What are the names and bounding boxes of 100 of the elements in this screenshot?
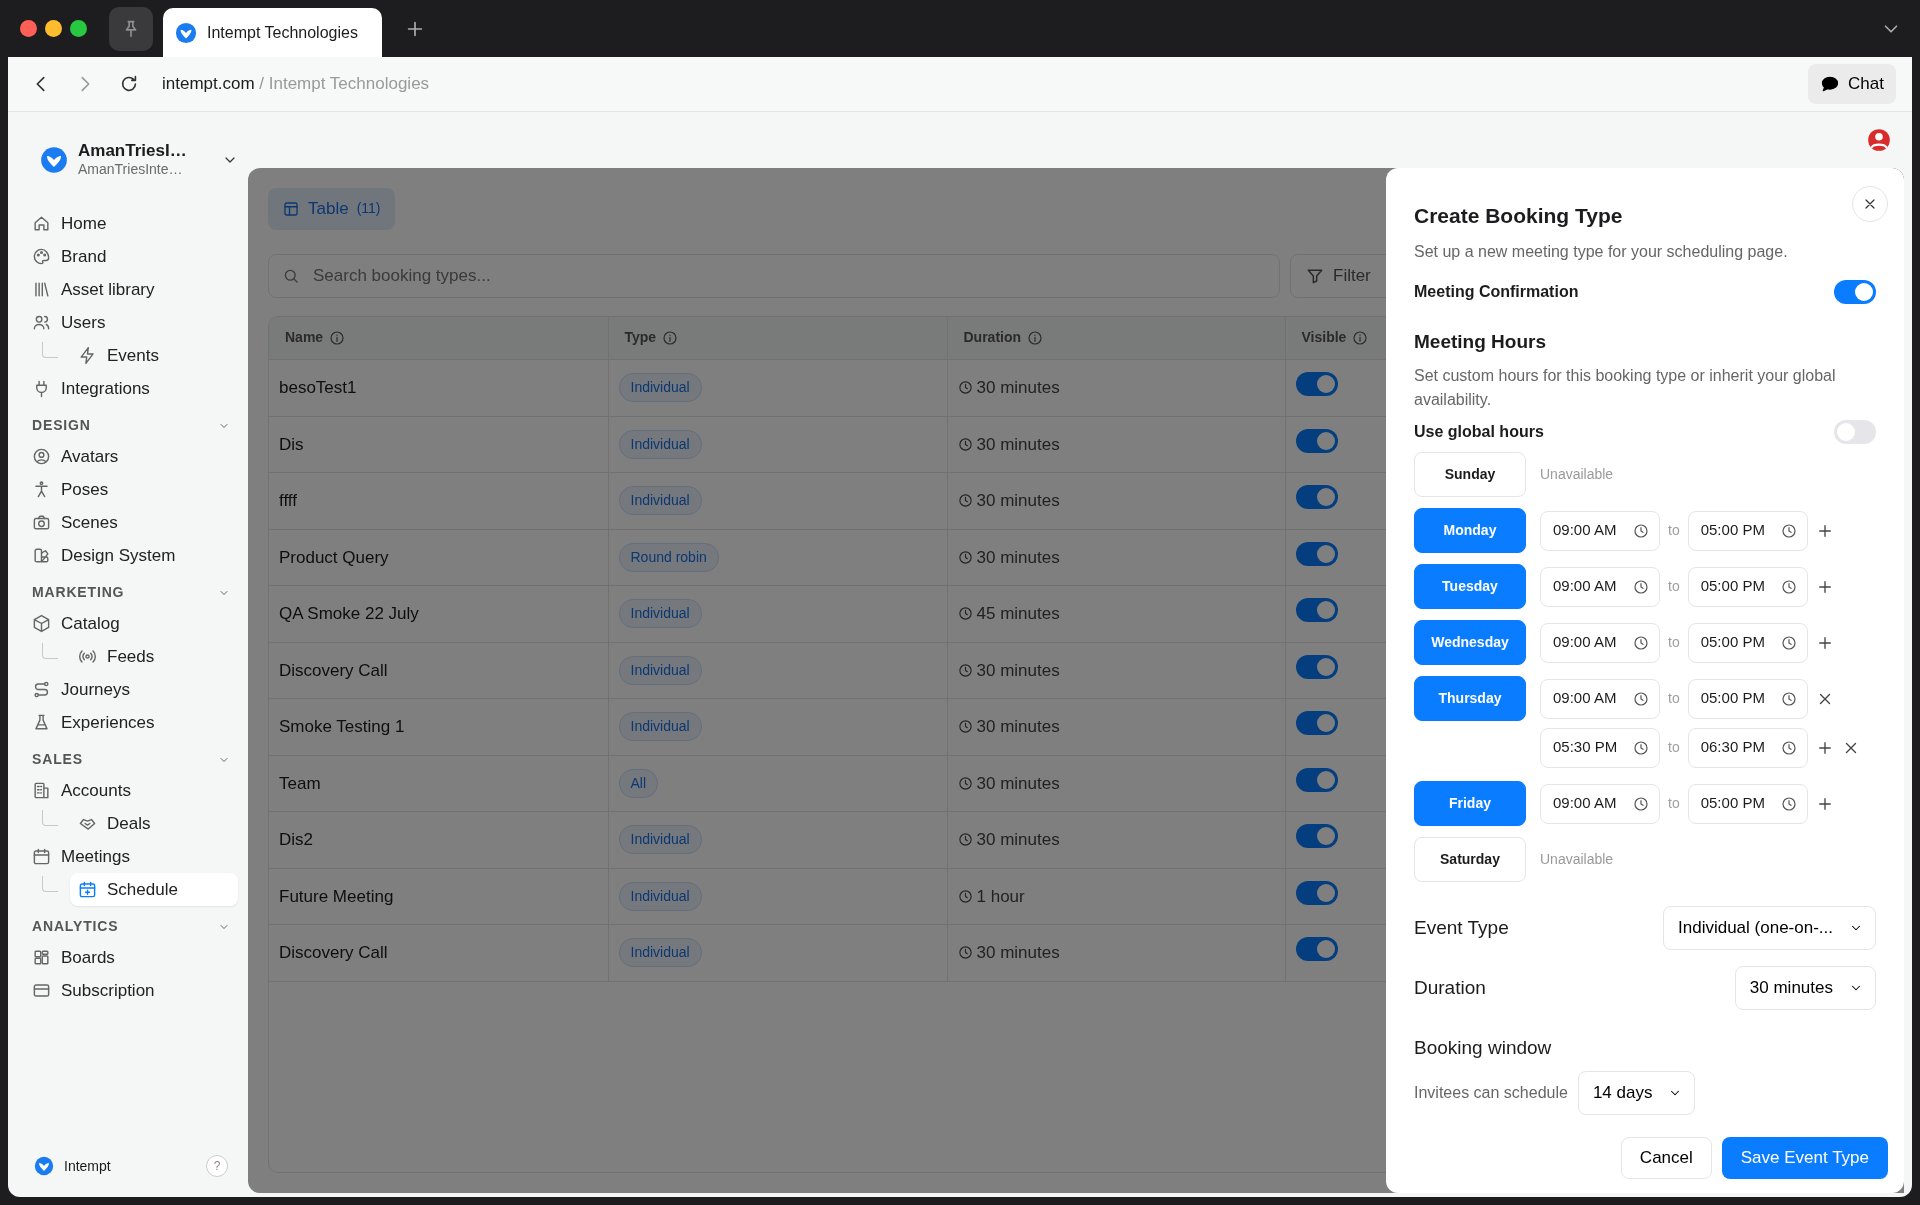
- status-text: Unavailable: [1540, 465, 1614, 484]
- minimize-window-button[interactable]: [45, 20, 62, 37]
- section-title: Booking window: [1414, 1036, 1553, 1060]
- search-field[interactable]: Search booking types...: [268, 253, 1280, 298]
- clock-icon: [957, 606, 973, 622]
- separator-text: to: [1668, 794, 1680, 813]
- type-tag: Individual: [618, 712, 702, 742]
- duration-text: 30 minutes: [976, 829, 1060, 851]
- sidebar-item[interactable]: Events: [70, 339, 238, 373]
- duration-text: 30 minutes: [976, 772, 1060, 795]
- info-icon: [1352, 329, 1369, 346]
- day-button[interactable]: Monday: [1414, 508, 1526, 553]
- day-button[interactable]: Tuesday: [1414, 564, 1526, 609]
- sidebar-item[interactable]: Journeys: [24, 673, 238, 707]
- time-field[interactable]: 05:00 PM: [1687, 783, 1808, 824]
- clock-icon: [957, 380, 973, 396]
- zoom-window-button[interactable]: [70, 20, 87, 37]
- duration-text: 30 minutes: [976, 659, 1060, 682]
- visibility-toggle[interactable]: [1295, 711, 1338, 735]
- sidebar-item[interactable]: Experiences: [24, 706, 238, 740]
- time-field[interactable]: 09:00 AM: [1540, 622, 1660, 663]
- visibility-toggle[interactable]: [1295, 541, 1338, 566]
- section-heading[interactable]: MARKETING: [24, 572, 238, 608]
- sidebar-item[interactable]: Subscription: [24, 974, 238, 1008]
- sidebar-item[interactable]: Users: [24, 306, 238, 340]
- duration-select[interactable]: 30 minutes: [1734, 966, 1876, 1010]
- chat-bubble-icon: [1820, 74, 1841, 94]
- close-window-button[interactable]: [20, 20, 37, 37]
- browser-tab[interactable]: Intempt Technologies: [163, 8, 382, 57]
- sidebar-item[interactable]: Integrations: [24, 372, 238, 406]
- sidebar-item[interactable]: Poses: [24, 473, 238, 507]
- time-field[interactable]: 09:00 AM: [1540, 510, 1660, 551]
- visibility-toggle[interactable]: [1295, 372, 1338, 396]
- camera-icon: [32, 513, 51, 533]
- visibility-toggle[interactable]: [1295, 598, 1338, 622]
- visibility-toggle[interactable]: [1295, 767, 1338, 792]
- table-cell: besoTest1: [269, 359, 608, 416]
- event-type-select[interactable]: Individual (one-on-...: [1663, 906, 1876, 950]
- sidebar-item[interactable]: Deals: [70, 807, 238, 841]
- clock-icon: [957, 945, 973, 961]
- section-heading[interactable]: ANALYTICS: [24, 906, 238, 942]
- time-field[interactable]: 06:30 PM: [1687, 727, 1808, 768]
- cancel-button[interactable]: Cancel: [1620, 1137, 1712, 1179]
- time-field[interactable]: 05:00 PM: [1687, 678, 1808, 719]
- home-icon: [32, 214, 51, 234]
- section-heading[interactable]: SALES: [24, 739, 238, 775]
- separator-text: to: [1668, 738, 1680, 757]
- day-button[interactable]: Wednesday: [1414, 620, 1526, 665]
- visibility-toggle[interactable]: [1295, 824, 1338, 848]
- toggle-switch[interactable]: [1834, 420, 1876, 444]
- sidebar-item[interactable]: Meetings: [24, 840, 238, 874]
- day-button[interactable]: Sunday: [1414, 452, 1526, 497]
- type-tag: Individual: [618, 881, 702, 911]
- bolt-icon: [78, 346, 97, 366]
- sidebar-item[interactable]: Schedule: [70, 873, 238, 907]
- visibility-toggle[interactable]: [1295, 428, 1338, 453]
- visibility-toggle[interactable]: [1295, 880, 1338, 905]
- visibility-toggle[interactable]: [1295, 937, 1338, 961]
- type-tag: Individual: [618, 599, 702, 629]
- sidebar-item[interactable]: Scenes: [24, 506, 238, 540]
- box-icon: [32, 614, 51, 634]
- day-button[interactable]: Thursday: [1414, 676, 1526, 721]
- help-button[interactable]: ?: [206, 1155, 228, 1177]
- user-circle-icon: [32, 447, 51, 467]
- sidebar-item[interactable]: Accounts: [24, 774, 238, 808]
- day-button[interactable]: Friday: [1414, 781, 1526, 826]
- visibility-toggle[interactable]: [1295, 654, 1338, 679]
- flask-icon: [32, 713, 51, 733]
- time-field[interactable]: 05:30 PM: [1540, 727, 1660, 768]
- section-heading[interactable]: DESIGN: [24, 405, 238, 441]
- section-title: Meeting Hours: [1414, 329, 1547, 354]
- sidebar-item[interactable]: Feeds: [70, 640, 238, 674]
- time-field[interactable]: 05:00 PM: [1687, 566, 1808, 607]
- sidebar-item[interactable]: Boards: [24, 941, 238, 975]
- column-header: Name: [285, 328, 324, 348]
- clock-icon: [957, 662, 973, 678]
- sidebar-item[interactable]: Brand: [24, 240, 238, 274]
- visibility-toggle[interactable]: [1295, 485, 1338, 509]
- address-text[interactable]: intempt.com / Intempt Technologies: [162, 71, 430, 97]
- account-subtitle: AmanTriesInte…: [78, 160, 184, 178]
- booking-window-select[interactable]: 14 days: [1577, 1070, 1696, 1115]
- time-field[interactable]: 05:00 PM: [1687, 510, 1808, 551]
- save-button[interactable]: Save Event Type: [1721, 1137, 1888, 1179]
- sidebar-item[interactable]: Catalog: [24, 607, 238, 641]
- duration-text: 30 minutes: [976, 377, 1060, 399]
- design-icon: [32, 546, 51, 566]
- time-field[interactable]: 09:00 AM: [1540, 783, 1660, 824]
- sidebar-item[interactable]: Asset library: [24, 273, 238, 307]
- sidebar-item[interactable]: Home: [24, 207, 238, 241]
- clock-icon: [1633, 795, 1649, 812]
- pin-tab-button[interactable]: [109, 6, 153, 51]
- time-field[interactable]: 09:00 AM: [1540, 566, 1660, 607]
- time-field[interactable]: 09:00 AM: [1540, 678, 1660, 719]
- time-field[interactable]: 05:00 PM: [1687, 622, 1808, 663]
- sidebar-item[interactable]: Avatars: [24, 440, 238, 474]
- chat-button[interactable]: Chat: [1808, 64, 1896, 104]
- toggle-switch[interactable]: [1834, 279, 1876, 304]
- day-button[interactable]: Saturday: [1414, 837, 1526, 882]
- sidebar-item[interactable]: Design System: [24, 539, 238, 573]
- clock-icon: [957, 436, 973, 452]
